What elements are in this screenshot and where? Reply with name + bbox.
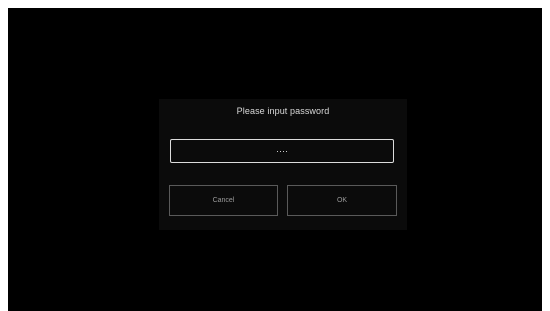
password-input[interactable]: ···· [170,139,394,163]
dialog-title: Please input password [236,106,330,116]
ok-button[interactable]: OK [287,185,397,216]
cancel-button[interactable]: Cancel [169,185,278,216]
password-dialog: Please input password ···· Cancel OK [159,99,407,230]
device-screen: Please input password ···· Cancel OK [8,8,542,311]
